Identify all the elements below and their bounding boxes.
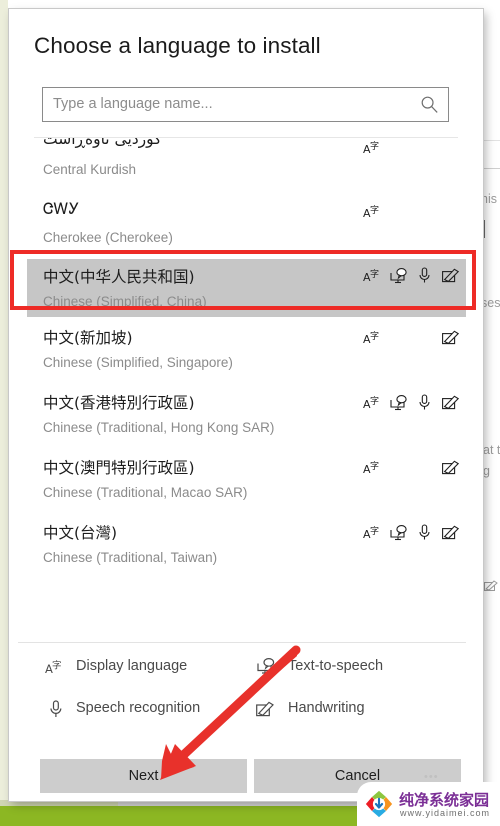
background-caret	[483, 220, 485, 238]
language-english-name: Chinese (Traditional, Macao SAR)	[43, 485, 248, 500]
text-to-speech-icon	[390, 525, 408, 541]
page-title: Choose a language to install	[34, 33, 321, 58]
language-native-name: 中文(中华人民共和国)	[43, 268, 195, 286]
display-language-icon: A字	[363, 140, 380, 155]
list-item[interactable]: 中文(澳門特別行政區) Chinese (Traditional, Macao …	[18, 447, 466, 512]
display-language-icon: A字	[363, 268, 380, 283]
display-language-icon: A字	[45, 659, 63, 676]
search-box[interactable]	[42, 87, 449, 122]
list-item[interactable]: 中文(台灣) Chinese (Traditional, Taiwan) A字	[18, 512, 466, 577]
legend-label-text-to-speech: Text-to-speech	[288, 658, 384, 674]
language-english-name: Chinese (Simplified, China)	[43, 294, 207, 309]
svg-text:字: 字	[370, 330, 379, 342]
svg-text:字: 字	[370, 204, 379, 216]
legend-label-speech-recognition: Speech recognition	[76, 700, 201, 716]
handwriting-icon	[484, 580, 498, 595]
handwriting-icon	[442, 330, 460, 345]
list-item[interactable]: كوردیی ناوەڕاست Central Kurdish A字	[18, 138, 466, 194]
svg-text:字: 字	[52, 660, 62, 672]
speech-recognition-icon	[49, 700, 63, 719]
display-language-icon: A字	[363, 460, 380, 475]
handwriting-icon	[442, 525, 460, 540]
language-english-name: Central Kurdish	[43, 162, 137, 177]
handwriting-icon	[442, 268, 460, 283]
svg-text:字: 字	[370, 395, 379, 407]
svg-text:字: 字	[370, 268, 379, 280]
legend-label-handwriting: Handwriting	[288, 700, 365, 716]
search-input[interactable]	[53, 88, 413, 121]
language-list[interactable]: كوردیی ناوەڕاست Central Kurdish A字 ᏣᎳᎩ C…	[18, 138, 466, 629]
screenshot-root: his ses at t g Choose a language to inst…	[0, 0, 500, 826]
language-native-name: 中文(新加坡)	[43, 329, 133, 347]
svg-text:字: 字	[370, 460, 379, 472]
language-native-name: ᏣᎳᎩ	[43, 200, 80, 218]
language-native-name: 中文(台灣)	[43, 524, 118, 542]
svg-text:字: 字	[370, 525, 379, 537]
list-item[interactable]: 中文(中华人民共和国) Chinese (Simplified, China) …	[18, 259, 466, 317]
background-text-fragment: his	[481, 192, 497, 206]
language-english-name: Cherokee (Cherokee)	[43, 230, 173, 245]
svg-text:字: 字	[370, 140, 379, 152]
language-english-name: Chinese (Simplified, Singapore)	[43, 355, 233, 370]
display-language-icon: A字	[363, 204, 380, 219]
watermark-url: www.yidaimei.com	[400, 808, 491, 818]
background-text-fragment: ses	[481, 296, 500, 310]
watermark: 纯净系统家园 www.yidaimei.com	[357, 782, 500, 826]
next-button[interactable]: Next	[40, 759, 247, 793]
search-icon[interactable]	[420, 95, 439, 114]
background-text-fragment: at t	[483, 443, 500, 457]
language-english-name: Chinese (Traditional, Hong Kong SAR)	[43, 420, 275, 435]
language-native-name: 中文(澳門特別行政區)	[43, 459, 195, 477]
speech-recognition-icon	[418, 394, 431, 411]
text-to-speech-icon	[390, 395, 408, 411]
display-language-icon: A字	[363, 395, 380, 410]
list-item[interactable]: ᏣᎳᎩ Cherokee (Cherokee) A字	[18, 194, 466, 259]
legend: A字 Display language Text-to-speech Speec…	[9, 643, 483, 733]
speech-recognition-icon	[418, 267, 431, 284]
list-item[interactable]: 中文(新加坡) Chinese (Simplified, Singapore) …	[18, 317, 466, 382]
speech-recognition-icon	[418, 524, 431, 541]
choose-language-dialog: Choose a language to install كوردیی ناوە…	[9, 9, 483, 801]
language-native-name: 中文(香港特別行政區)	[43, 394, 195, 412]
watermark-logo-icon	[365, 790, 393, 818]
legend-label-display-language: Display language	[76, 658, 188, 674]
display-language-icon: A字	[363, 330, 380, 345]
text-to-speech-icon	[390, 268, 408, 284]
display-language-icon: A字	[363, 525, 380, 540]
language-english-name: Chinese (Traditional, Taiwan)	[43, 550, 218, 565]
text-to-speech-icon	[257, 658, 276, 675]
language-native-name: كوردیی ناوەڕاست	[43, 138, 162, 148]
handwriting-icon	[442, 460, 460, 475]
background-text-fragment: g	[483, 464, 490, 478]
list-item[interactable]: 中文(香港特別行政區) Chinese (Traditional, Hong K…	[18, 382, 466, 447]
watermark-title: 纯净系统家园	[399, 791, 490, 809]
handwriting-icon	[256, 701, 275, 717]
handwriting-icon	[442, 395, 460, 410]
